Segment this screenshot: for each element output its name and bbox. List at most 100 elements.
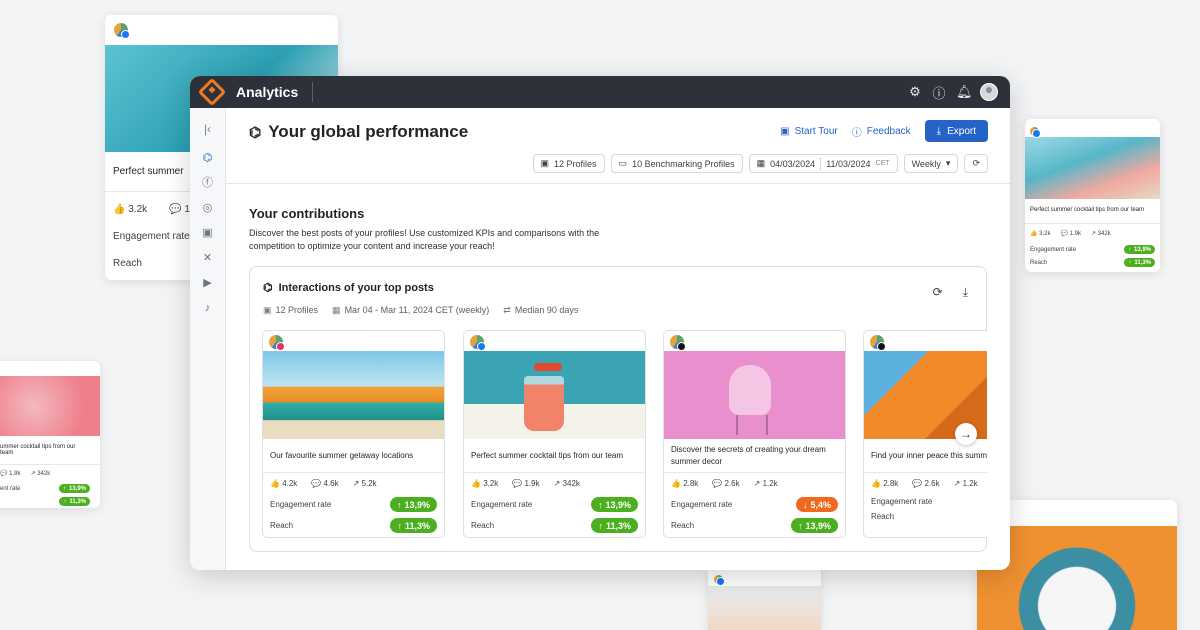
page-header: ⌬ Your global performance ▣ Start Tour ⓘ F… (226, 108, 1010, 184)
post-caption: Perfect summer cocktail tips from our te… (464, 439, 645, 473)
chevron-down-icon: ▾ (945, 158, 951, 168)
engagement-badge: ↑ 13,9% (590, 497, 638, 512)
reach-badge: ↑ 11,3% (59, 497, 90, 506)
top-posts-panel: ⌬ Interactions of your top posts ⟳ ⤓ ▣ 12… (249, 266, 987, 552)
panel-median: ⇄ Median 90 days (503, 305, 579, 315)
date-to: 11/03/2024 (826, 158, 871, 169)
likes-count: 👍 2.8k (671, 479, 699, 488)
contributions-description: Discover the best posts of your profiles… (249, 228, 600, 251)
panel-title: ⌬ Interactions of your top posts (263, 281, 434, 295)
panel-date-range: ▦ Mar 04 - Mar 11, 2024 CET (weekly) (332, 305, 490, 315)
engagement-label: Engagement rate (270, 500, 332, 509)
timezone-label: CET (875, 160, 890, 167)
reach-label: Reach (671, 521, 695, 530)
refresh-icon: ⟳ (972, 158, 980, 168)
sidebar-tiktok-icon[interactable]: ♪ (205, 296, 211, 321)
reach-badge: ↑ 13,9% (790, 518, 838, 533)
reach-label: Reach (871, 512, 895, 521)
reach-badge: ↑ 11,3% (591, 518, 638, 533)
sidebar: |‹ ⌬ ⓕ ◎ ▣ ✕ ▶ ♪ (190, 108, 226, 570)
post-image (1025, 137, 1160, 199)
date-range-picker[interactable]: ▦ 04/03/2024 11/03/2024 CET (748, 154, 898, 173)
comments-count: 💬 1.9k (0, 471, 21, 477)
post-card[interactable]: Discover the secrets of creating your dr… (663, 330, 846, 538)
reach-label: Reach (270, 521, 294, 530)
benchmarking-filter[interactable]: ▭ 10 Benchmarking Profiles (610, 154, 743, 173)
post-image (708, 586, 821, 630)
interval-select[interactable]: Weekly ▾ (903, 154, 959, 173)
top-bar: Analytics ⚙ ⓘ 🔔︎ (190, 76, 1010, 108)
shares-count: ↗ 342k (1090, 231, 1111, 237)
notification-bell-icon[interactable]: 🔔︎ (956, 84, 973, 100)
post-image (263, 351, 444, 439)
sidebar-youtube-icon[interactable]: ▶ (203, 271, 211, 296)
profiles-icon: ▣ (263, 305, 272, 315)
collapse-sidebar-icon[interactable]: |‹ (204, 122, 211, 136)
compare-arrows-icon: ⇄ (503, 305, 511, 315)
sidebar-x-icon[interactable]: ✕ (203, 246, 212, 271)
shares-count: ↗ 1.2k (753, 479, 778, 488)
shares-count: ↗ 1.2k (953, 479, 978, 488)
sidebar-instagram-icon[interactable]: ◎ (203, 196, 213, 221)
comments-count: 💬 2.6k (912, 479, 940, 488)
profile-avatar-icon (269, 335, 285, 351)
page-title: ⌬ Your global performance (249, 122, 468, 142)
panel-download-icon[interactable]: ⤓ (963, 285, 968, 300)
app-title: Analytics (236, 82, 314, 102)
post-image (664, 351, 845, 439)
post-caption: Perfect summer cocktail tips from our te… (1025, 199, 1160, 224)
calendar-icon: ▦ (756, 158, 766, 168)
post-image (0, 376, 100, 436)
engagement-label: Engagement rate (671, 500, 733, 509)
profiles-filter[interactable]: ▣ 12 Profiles (532, 154, 605, 173)
tour-icon: ▣ (780, 125, 790, 137)
sidebar-facebook-icon[interactable]: ⓕ (202, 171, 213, 196)
settings-gear-icon[interactable]: ⚙ (908, 84, 922, 100)
export-button[interactable]: ⤓ Export (924, 120, 988, 142)
user-avatar[interactable] (980, 83, 998, 101)
help-icon[interactable]: ⓘ (932, 83, 946, 102)
engagement-label: Engagement rate (871, 497, 933, 506)
engagement-badge: ↓ 5,4% (795, 497, 838, 512)
comments-count: 💬 4.6k (311, 479, 339, 488)
calendar-icon: ▦ (332, 305, 341, 315)
post-image (464, 351, 645, 439)
profile-avatar-icon (470, 335, 486, 351)
reach-badge: ↑ 11,3% (1124, 258, 1155, 267)
profiles-icon: ▣ (540, 158, 550, 168)
likes-count: 👍 3.2k (1030, 231, 1051, 237)
sidebar-global-icon[interactable]: ⌬ (203, 146, 213, 171)
post-card[interactable]: Perfect summer cocktail tips from our te… (463, 330, 646, 538)
likes-count: 👍 3.2k (471, 479, 499, 488)
feedback-button[interactable]: ⓘ Feedback (852, 124, 911, 139)
download-icon: ⤓ (936, 125, 942, 137)
engagement-badge: ↑ 13,9% (58, 484, 90, 493)
engagement-badge: ↑ 13,9% (389, 497, 437, 512)
analytics-window: Analytics ⚙ ⓘ 🔔︎ |‹ ⌬ ⓕ ◎ ▣ ✕ ▶ ♪ ⌬ Your… (190, 76, 1010, 570)
engagement-badge: ↑ 13,9% (1123, 245, 1155, 254)
comments-count: 💬 2.6k (712, 479, 740, 488)
refresh-button[interactable]: ⟳ (964, 154, 988, 173)
panel-refresh-icon[interactable]: ⟳ (933, 285, 943, 300)
shares-count: ↗ 342k (553, 479, 580, 488)
bg-post-card-left-mid: ummer cocktail tips from our team 💬 1.9k… (0, 361, 100, 508)
comments-count: 💬 1.9k (512, 479, 540, 488)
main-content: ⌬ Your global performance ▣ Start Tour ⓘ F… (226, 108, 1010, 570)
brand-logo-icon[interactable] (197, 77, 227, 107)
shares-count: ↗ 5.2k (352, 479, 377, 488)
bg-post-card-right-top: Perfect summer cocktail tips from our te… (1025, 119, 1160, 272)
post-caption: ummer cocktail tips from our team (0, 436, 100, 465)
engagement-label: ent rate (0, 485, 21, 492)
engagement-label: Engagement rate (1030, 246, 1077, 253)
sidebar-linkedin-icon[interactable]: ▣ (202, 221, 212, 246)
start-tour-button[interactable]: ▣ Start Tour (780, 126, 838, 137)
post-card[interactable]: Find your inner peace this summ 👍 2.8k 💬… (863, 330, 987, 538)
post-card[interactable]: Our favourite summer getaway locations 👍… (262, 330, 445, 538)
panel-profiles: ▣ 12 Profiles (263, 305, 319, 315)
reach-badge: ↑ 11,3% (390, 518, 437, 533)
next-posts-arrow-icon[interactable]: → (955, 423, 977, 445)
date-from: 04/03/2024 (770, 158, 816, 169)
profile-avatar-icon (670, 335, 686, 351)
global-icon: ⌬ (263, 282, 273, 294)
contributions-title: Your contributions (249, 206, 365, 221)
